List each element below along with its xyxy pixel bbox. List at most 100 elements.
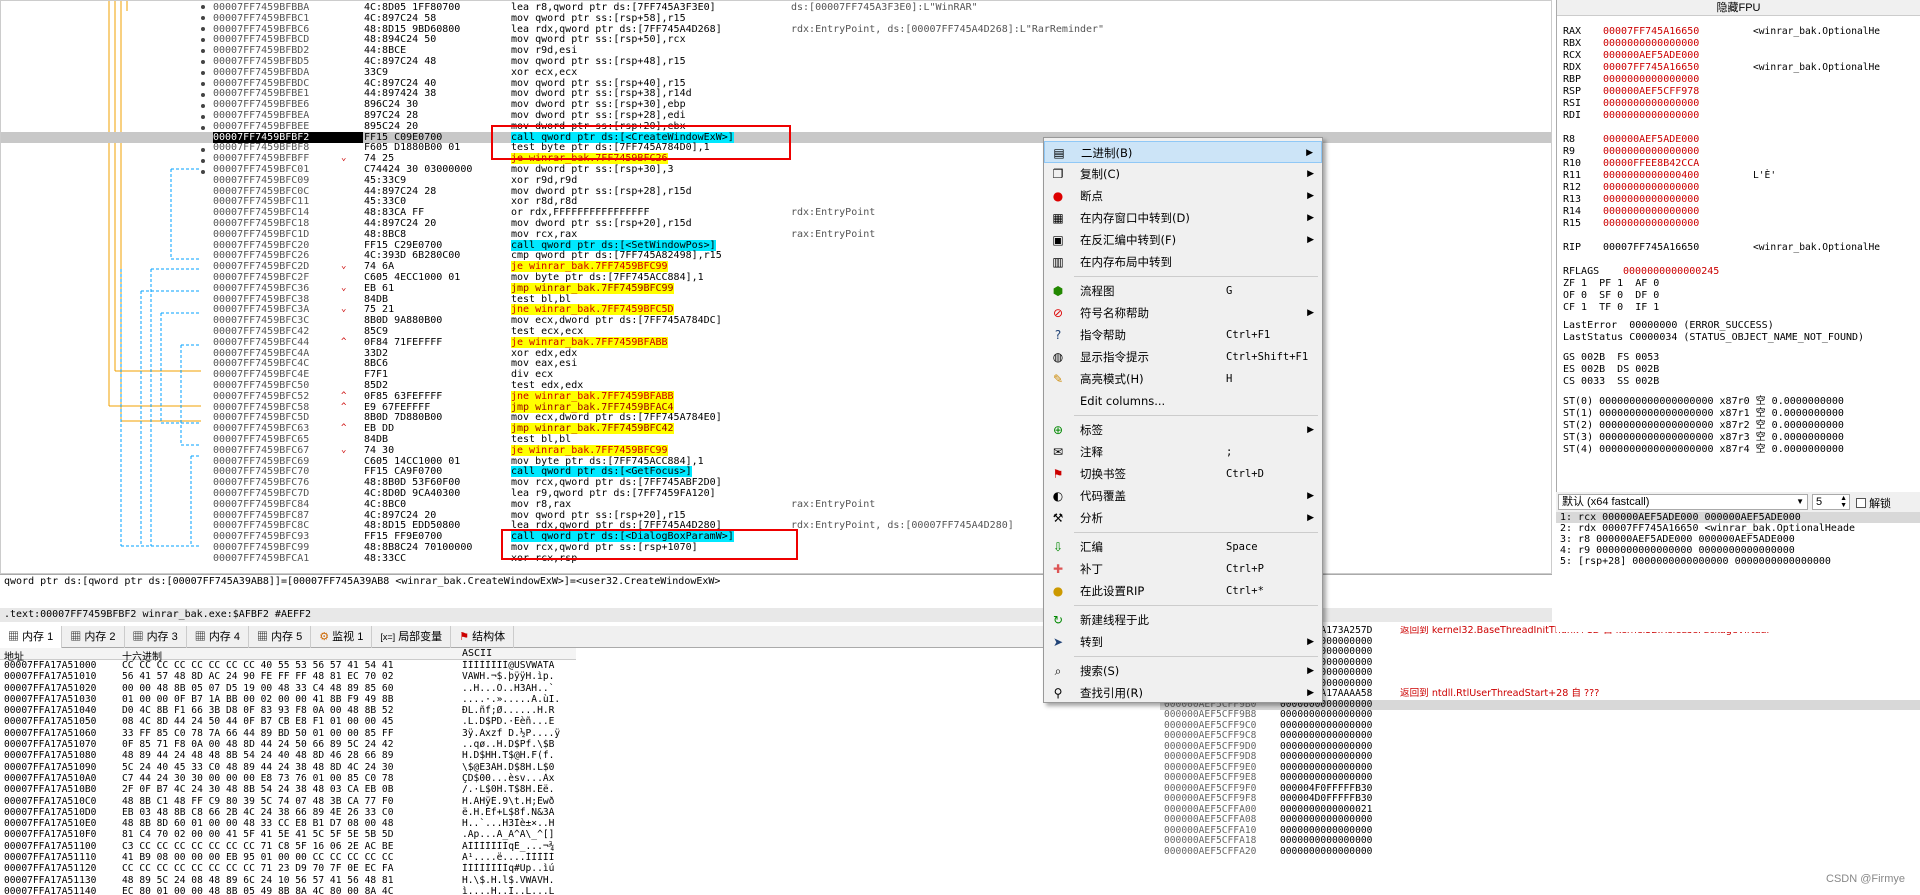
stack-row[interactable]: 000000AEF5CFFA18 0000000000000000 — [1160, 835, 1920, 847]
call-convention-select[interactable]: 默认 (x64 fastcall) ▼ — [1558, 494, 1808, 510]
hex-row[interactable]: 00007FFA17A51140 EC 80 01 00 00 48 8B 05 … — [0, 886, 576, 895]
menu-item[interactable]: ❐ 复制(C) ▶ — [1044, 163, 1322, 185]
register-row[interactable]: R10 00000FFEE8B42CCA — [1557, 158, 1920, 170]
disasm-row[interactable]: 00007FF7459BFBBA 4C:8D05 1FF80700 lea r8,q… — [1, 2, 1551, 13]
stack-row[interactable]: 000000AEF5CFFA08 0000000000000000 — [1160, 814, 1920, 826]
tab-memory-4[interactable]: ▦ 内存 4 — [187, 626, 249, 648]
register-row[interactable]: RSP 000000AEF5CFF978 — [1557, 86, 1920, 98]
menu-item[interactable]: ● 在此设置RIP Ctrl+* — [1044, 580, 1322, 602]
register-row[interactable]: RAX 00007FF745A16650 <winrar_bak.OptionalH… — [1557, 26, 1920, 38]
hex-row[interactable]: 00007FFA17A510B0 2F 0F B7 4C 24 30 48 8B … — [0, 784, 576, 795]
disasm-row[interactable]: 00007FF7459BFBD2 44:8BCE mov r9d,esi — [1, 45, 1551, 56]
tab-memory-3[interactable]: ▦ 内存 3 — [125, 626, 187, 648]
hex-row[interactable]: 00007FFA17A51010 56 41 57 48 8D AC 24 90 … — [0, 671, 576, 682]
unlock-checkbox[interactable]: 解锁 — [1856, 495, 1891, 511]
stack-row[interactable]: 000000AEF5CFF9D8 0000000000000000 — [1160, 751, 1920, 763]
disasm-row[interactable]: 00007FF7459BFBD5 4C:897C24 48 mov qword pt… — [1, 56, 1551, 67]
hex-dump[interactable]: 地址 十六进制 ASCII 00007FFA17A51000 CC CC CC C… — [0, 648, 576, 895]
register-row[interactable]: R9 0000000000000000 — [1557, 146, 1920, 158]
menu-item[interactable]: ▥ 在内存布局中转到 — [1044, 251, 1322, 273]
hex-row[interactable]: 00007FFA17A510D0 EB 03 48 8B C8 66 2B 4C … — [0, 807, 576, 818]
menu-item[interactable]: ⊘ 符号名称帮助 ▶ — [1044, 302, 1322, 324]
menu-item[interactable]: ✚ 补丁 Ctrl+P — [1044, 558, 1322, 580]
stack-row[interactable]: 000000AEF5CFF9D0 0000000000000000 — [1160, 741, 1920, 753]
register-row[interactable]: RSI 0000000000000000 — [1557, 98, 1920, 110]
menu-item[interactable]: ● 断点 ▶ — [1044, 185, 1322, 207]
register-row[interactable]: R14 0000000000000000 — [1557, 206, 1920, 218]
rflags-row[interactable]: RFLAGS 0000000000000245 — [1557, 266, 1920, 278]
tab-struct[interactable]: ⚑ 结构体 — [451, 626, 515, 648]
register-row[interactable]: R11 0000000000000400 L'Ѐ' — [1557, 170, 1920, 182]
call-argument-row[interactable]: 5: [rsp+28] 0000000000000000 00000000000… — [1556, 556, 1920, 567]
stack-row[interactable]: 000000AEF5CFF9E0 0000000000000000 — [1160, 762, 1920, 774]
tab-memory-5[interactable]: ▦ 内存 5 — [249, 626, 312, 648]
hex-row[interactable]: 00007FFA17A51120 CC CC CC CC CC CC CC CC … — [0, 863, 576, 874]
disasm-row[interactable]: 00007FF7459BFBDC 4C:897C24 40 mov qword pt… — [1, 78, 1551, 89]
tab-watch-1[interactable]: ⚙ 监视 1 — [311, 626, 373, 648]
menu-item[interactable]: ⚒ 分析 ▶ — [1044, 507, 1322, 529]
registers-panel[interactable]: 隐藏FPU RAX 00007FF745A16650 <winrar_bak.Opt… — [1556, 0, 1920, 492]
tab-locals[interactable]: [x=] 局部变量 — [372, 626, 452, 648]
menu-item[interactable]: Edit columns... — [1044, 390, 1322, 412]
call-arguments[interactable]: 1: rcx 000000AEF5ADE000 000000AEF5ADE000… — [1556, 512, 1920, 632]
menu-item[interactable]: ✉ 注释; — [1044, 441, 1322, 463]
register-row[interactable]: RCX 000000AEF5ADE000 — [1557, 50, 1920, 62]
hide-fpu-button[interactable]: 隐藏FPU — [1557, 0, 1920, 16]
register-row[interactable]: R13 0000000000000000 — [1557, 194, 1920, 206]
menu-item[interactable]: ↻ 新建线程于此 — [1044, 609, 1322, 631]
disasm-row[interactable]: 00007FF7459BFBEA 897C24 28 mov dword ptr s… — [1, 110, 1551, 121]
call-argument-row[interactable]: 1: rcx 000000AEF5ADE000 000000AEF5ADE000 — [1556, 512, 1920, 523]
menu-item[interactable]: ⚑ 切换书签 Ctrl+D — [1044, 463, 1322, 485]
menu-item[interactable]: ⚲ 查找引用(R) ▶ — [1044, 682, 1322, 704]
hex-row[interactable]: 00007FFA17A51030 01 00 00 0F B7 1A BB 00 … — [0, 694, 576, 705]
hex-row[interactable]: 00007FFA17A510A0 C7 44 24 30 30 00 00 00 … — [0, 773, 576, 784]
hex-row[interactable]: 00007FFA17A510E0 48 8B 8D 60 01 00 00 48 … — [0, 818, 576, 829]
register-row[interactable]: R15 0000000000000000 — [1557, 218, 1920, 230]
disasm-row[interactable]: 00007FF7459BFBC6 48:8D15 9BD60800 lea rdx,… — [1, 24, 1551, 35]
hex-row[interactable]: 00007FFA17A51110 41 B9 08 00 00 00 EB 95 … — [0, 852, 576, 863]
register-row[interactable]: RIP 00007FF745A16650 <winrar_bak.OptionalH… — [1557, 242, 1920, 254]
register-row[interactable]: RDI 0000000000000000 — [1557, 110, 1920, 122]
menu-item[interactable]: ⌕ 搜索(S) ▶ — [1044, 660, 1322, 682]
stack-row[interactable]: 000000AEF5CFFA20 0000000000000000 — [1160, 846, 1920, 858]
hex-row[interactable]: 00007FFA17A51000 CC CC CC CC CC CC CC CC … — [0, 660, 576, 671]
tab-memory-1[interactable]: ▦ 内存 1 — [0, 626, 63, 648]
disasm-row[interactable]: 00007FF7459BFBE6 896C24 30 mov dword ptr s… — [1, 99, 1551, 110]
menu-item[interactable]: ◐ 代码覆盖 ▶ — [1044, 485, 1322, 507]
disasm-row[interactable]: 00007FF7459BFBDA 33C9 xor ecx,ecx — [1, 67, 1551, 78]
call-argument-row[interactable]: 3: r8 000000AEF5ADE000 000000AEF5ADE000 — [1556, 534, 1920, 545]
menu-item[interactable]: ➤ 转到 ▶ — [1044, 631, 1322, 653]
hex-row[interactable]: 00007FFA17A51070 0F 85 71 F8 0A 00 48 8D … — [0, 739, 576, 750]
register-row[interactable]: R8 000000AEF5ADE000 — [1557, 134, 1920, 146]
stack-row[interactable]: 000000AEF5CFF9C0 0000000000000000 — [1160, 720, 1920, 732]
hex-row[interactable]: 00007FFA17A51090 5C 24 40 45 33 C0 48 89 … — [0, 762, 576, 773]
stack-row[interactable]: 000000AEF5CFF9F0 000004F0FFFFFB30 — [1160, 783, 1920, 795]
stack-row[interactable]: 000000AEF5CFF9C8 0000000000000000 — [1160, 730, 1920, 742]
hex-row[interactable]: 00007FFA17A51080 48 89 44 24 48 48 8B 54 … — [0, 750, 576, 761]
menu-item[interactable]: ⊕ 标签 ▶ — [1044, 419, 1322, 441]
hex-row[interactable]: 00007FFA17A51040 D0 4C 8B F1 66 3B D8 0F … — [0, 705, 576, 716]
stack-row[interactable]: 000000AEF5CFF9F8 000004D0FFFFFB30 — [1160, 793, 1920, 805]
menu-item[interactable]: ⇩ 汇编 Space — [1044, 536, 1322, 558]
menu-item[interactable]: ◍ 显示指令提示 Ctrl+Shift+F1 — [1044, 346, 1322, 368]
hex-row[interactable]: 00007FFA17A51130 48 89 5C 24 08 48 89 6C … — [0, 875, 576, 886]
register-row[interactable]: RBP 0000000000000000 — [1557, 74, 1920, 86]
disasm-row[interactable]: 00007FF7459BFBCD 48:894C24 50 mov qword pt… — [1, 34, 1551, 45]
hex-row[interactable]: 00007FFA17A51060 33 FF 85 C0 78 7A 66 44 … — [0, 728, 576, 739]
call-argument-row[interactable]: 2: rdx 00007FF745A16650 <winrar_bak.Opti… — [1556, 523, 1920, 534]
call-argument-row[interactable]: 4: r9 0000000000000000 0000000000000000 — [1556, 545, 1920, 556]
stack-row[interactable]: 000000AEF5CFFA00 0000000000000021 — [1160, 804, 1920, 816]
stack-row[interactable]: 000000AEF5CFF9E8 0000000000000000 — [1160, 772, 1920, 784]
menu-item[interactable]: ⬢ 流程图 G — [1044, 280, 1322, 302]
tab-memory-2[interactable]: ▦ 内存 2 — [62, 626, 125, 648]
stack-row[interactable]: 000000AEF5CFFA10 0000000000000000 — [1160, 825, 1920, 837]
hex-row[interactable]: 00007FFA17A51100 C3 CC CC CC CC CC CC CC … — [0, 841, 576, 852]
register-row[interactable]: R12 0000000000000000 — [1557, 182, 1920, 194]
menu-item[interactable]: ▤ 二进制(B) ▶ — [1044, 141, 1322, 163]
arg-count-spinner[interactable]: 5 ▲ ▼ — [1812, 494, 1850, 510]
hex-row[interactable]: 00007FFA17A510F0 81 C4 70 02 00 00 41 5F … — [0, 829, 576, 840]
menu-item[interactable]: ▦ 在内存窗口中转到(D) ▶ — [1044, 207, 1322, 229]
disasm-row[interactable]: 00007FF7459BFBC1 4C:897C24 58 mov qword pt… — [1, 13, 1551, 24]
hex-row[interactable]: 00007FFA17A510C0 48 8B C1 48 FF C9 80 39 … — [0, 796, 576, 807]
hex-row[interactable]: 00007FFA17A51050 08 4C 8D 44 24 50 44 0F … — [0, 716, 576, 727]
